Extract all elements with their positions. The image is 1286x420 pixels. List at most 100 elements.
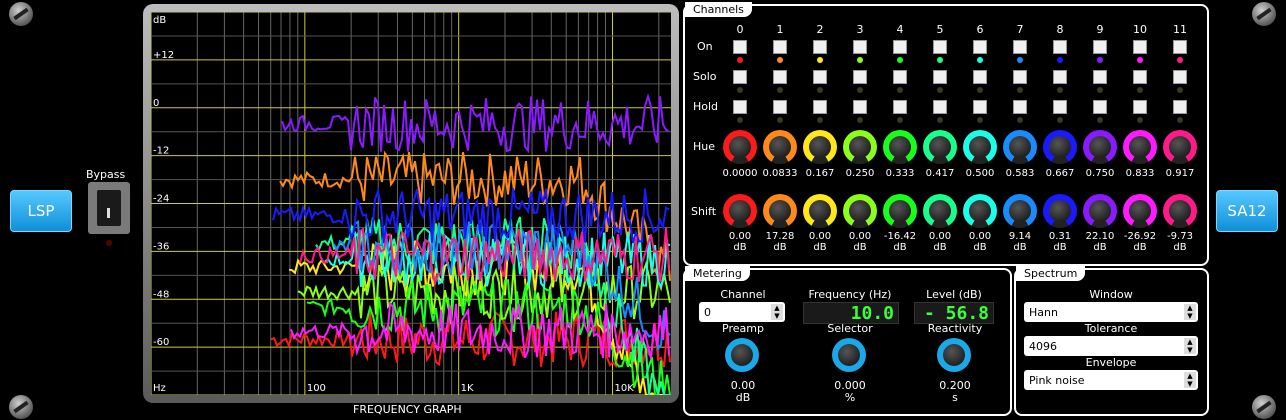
preamp-knob[interactable] xyxy=(725,338,759,372)
channel-number: 1 xyxy=(776,23,784,36)
on-checkbox[interactable] xyxy=(933,40,947,54)
shift-value: -9.73 xyxy=(1167,231,1193,242)
on-checkbox[interactable] xyxy=(813,40,827,54)
channel-number: 3 xyxy=(856,23,864,36)
on-checkbox[interactable] xyxy=(1133,40,1147,54)
hue-value: 0.917 xyxy=(1165,168,1195,179)
solo-checkbox[interactable] xyxy=(1093,70,1107,84)
shift-knob[interactable] xyxy=(963,194,997,228)
shift-knob[interactable] xyxy=(923,194,957,228)
hue-knob[interactable] xyxy=(723,130,757,164)
solo-checkbox[interactable] xyxy=(813,70,827,84)
envelope-select[interactable]: Pink noise ▲ ▼ xyxy=(1024,370,1198,390)
on-checkbox[interactable] xyxy=(1173,40,1187,54)
hue-knob[interactable] xyxy=(763,130,797,164)
hold-checkbox[interactable] xyxy=(1013,100,1027,114)
hue-knob[interactable] xyxy=(1083,130,1117,164)
y-tick-label: -48 xyxy=(153,289,169,300)
hue-knob[interactable] xyxy=(883,130,917,164)
on-led xyxy=(777,57,783,63)
solo-checkbox[interactable] xyxy=(853,70,867,84)
solo-checkbox[interactable] xyxy=(893,70,907,84)
solo-checkbox[interactable] xyxy=(1013,70,1027,84)
hue-knob[interactable] xyxy=(1003,130,1037,164)
channel-number: 2 xyxy=(816,23,824,36)
hue-knob[interactable] xyxy=(803,130,837,164)
bypass-switch[interactable] xyxy=(88,182,130,234)
x-tick-label: 10K xyxy=(615,383,635,394)
on-checkbox[interactable] xyxy=(853,40,867,54)
hue-knob[interactable] xyxy=(1123,130,1157,164)
preamp-unit: dB xyxy=(735,391,751,404)
shift-knob[interactable] xyxy=(1083,194,1117,228)
solo-checkbox[interactable] xyxy=(1053,70,1067,84)
channel-number: 9 xyxy=(1096,23,1104,36)
envelope-select-value: Pink noise xyxy=(1029,373,1085,387)
solo-checkbox[interactable] xyxy=(1133,70,1147,84)
on-checkbox[interactable] xyxy=(773,40,787,54)
shift-knob[interactable] xyxy=(1003,194,1037,228)
solo-led xyxy=(1097,87,1103,93)
hold-checkbox[interactable] xyxy=(813,100,827,114)
shift-knob[interactable] xyxy=(843,194,877,228)
shift-knob[interactable] xyxy=(1163,194,1197,228)
hold-checkbox[interactable] xyxy=(973,100,987,114)
on-led xyxy=(1097,57,1103,63)
hold-checkbox[interactable] xyxy=(1093,100,1107,114)
window-select[interactable]: Hann ▲ ▼ xyxy=(1024,302,1198,322)
hue-knob[interactable] xyxy=(1043,130,1077,164)
shift-knob[interactable] xyxy=(763,194,797,228)
level-display: - 56.8 xyxy=(914,302,994,324)
hue-knob[interactable] xyxy=(1163,130,1197,164)
hold-checkbox[interactable] xyxy=(1173,100,1187,114)
lsp-button[interactable]: LSP xyxy=(10,190,72,232)
hold-checkbox[interactable] xyxy=(733,100,747,114)
solo-checkbox[interactable] xyxy=(933,70,947,84)
x-tick-label: 100 xyxy=(307,383,326,394)
spinner-icon: ▲ ▼ xyxy=(1184,338,1196,354)
hold-checkbox[interactable] xyxy=(1053,100,1067,114)
hold-led xyxy=(1137,117,1143,123)
reactivity-unit: s xyxy=(952,391,958,404)
sa12-button[interactable]: SA12 xyxy=(1216,190,1278,232)
selector-unit: % xyxy=(844,391,856,404)
shift-knob[interactable] xyxy=(883,194,917,228)
solo-checkbox[interactable] xyxy=(733,70,747,84)
solo-checkbox[interactable] xyxy=(973,70,987,84)
shift-unit: dB xyxy=(1173,242,1187,253)
hold-checkbox[interactable] xyxy=(933,100,947,114)
window-label: Window xyxy=(1089,288,1133,301)
solo-led xyxy=(977,87,983,93)
hold-led xyxy=(737,117,743,123)
channel-number: 4 xyxy=(896,23,904,36)
on-checkbox[interactable] xyxy=(1093,40,1107,54)
shift-knob[interactable] xyxy=(1123,194,1157,228)
on-checkbox[interactable] xyxy=(1013,40,1027,54)
shift-knob[interactable] xyxy=(1043,194,1077,228)
hold-checkbox[interactable] xyxy=(853,100,867,114)
hold-checkbox[interactable] xyxy=(1133,100,1147,114)
frequency-graph[interactable]: dB Hz +12 0 -12 -24 -36 -48 -60 100 1K 10K xyxy=(150,11,671,396)
shift-knob[interactable] xyxy=(723,194,757,228)
on-checkbox[interactable] xyxy=(1053,40,1067,54)
on-led xyxy=(1137,57,1143,63)
hold-checkbox[interactable] xyxy=(773,100,787,114)
solo-led xyxy=(1137,87,1143,93)
on-checkbox[interactable] xyxy=(893,40,907,54)
hue-knob[interactable] xyxy=(963,130,997,164)
tolerance-select[interactable]: 4096 ▲ ▼ xyxy=(1024,336,1198,356)
reactivity-knob[interactable] xyxy=(937,338,971,372)
y-tick-label: 0 xyxy=(153,98,159,109)
on-checkbox[interactable] xyxy=(973,40,987,54)
solo-checkbox[interactable] xyxy=(773,70,787,84)
hold-checkbox[interactable] xyxy=(893,100,907,114)
y-unit-label: dB xyxy=(153,15,166,26)
on-checkbox[interactable] xyxy=(733,40,747,54)
hue-knob[interactable] xyxy=(843,130,877,164)
solo-checkbox[interactable] xyxy=(1173,70,1187,84)
shift-knob[interactable] xyxy=(803,194,837,228)
hue-knob[interactable] xyxy=(923,130,957,164)
channel-select[interactable]: 0 ▲ ▼ xyxy=(699,302,785,322)
metering-panel: Metering Channel 0 ▲ ▼ Frequency (Hz) 10.… xyxy=(683,266,1012,416)
selector-knob[interactable] xyxy=(832,338,866,372)
